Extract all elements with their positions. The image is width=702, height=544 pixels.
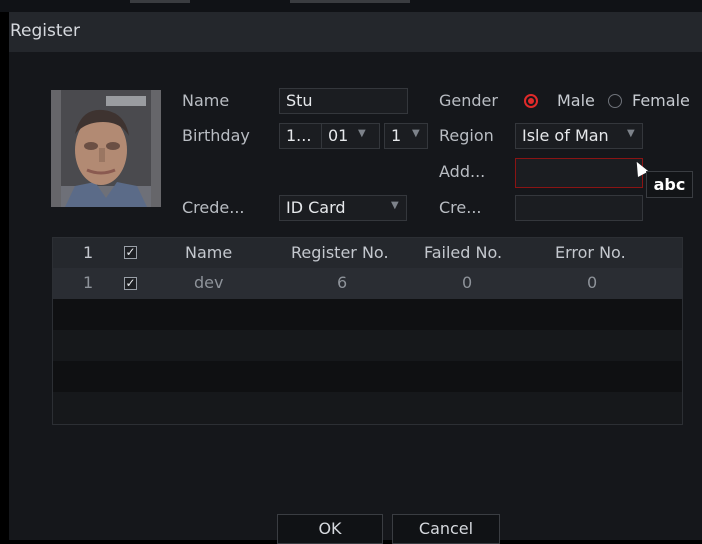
name-field[interactable]: Stu (279, 88, 408, 114)
region-value: Isle of Man (522, 126, 609, 145)
credential-no-label: Cre... (439, 198, 482, 217)
birthday-day-caret-icon: ▼ (412, 128, 420, 139)
gender-male-radio[interactable] (524, 94, 538, 108)
credential-no-field[interactable] (515, 195, 643, 221)
register-dialog: Register Name Stu Gender Male Female Bir… (9, 12, 702, 544)
gender-male-label: Male (557, 91, 595, 110)
empty-table-row (53, 330, 682, 361)
birthday-day-value: 1 (391, 126, 402, 145)
region-select[interactable]: Isle of Man ▼ (515, 123, 643, 149)
row-failed-no: 0 (462, 273, 473, 292)
birthday-year-value: 1... (286, 126, 312, 145)
gender-label: Gender (439, 91, 498, 110)
credential-type-caret-icon: ▼ (391, 200, 399, 211)
name-value: Stu (286, 91, 313, 110)
address-field[interactable] (515, 158, 643, 188)
birthday-day-select[interactable]: 1 ▼ (384, 123, 428, 149)
header-register-no: Register No. (291, 243, 389, 262)
row-register-no: 6 (337, 273, 348, 292)
name-label: Name (182, 91, 230, 110)
row-error-no: 0 (587, 273, 598, 292)
birthday-month-select[interactable]: 01 ▼ (321, 123, 380, 149)
table-row[interactable]: 1 ✓ dev 6 0 0 (53, 268, 682, 299)
credential-type-value: ID Card (286, 198, 346, 217)
address-label: Add... (439, 162, 486, 181)
row-name: dev (194, 273, 224, 292)
empty-table-row (53, 299, 682, 330)
empty-table-row (53, 361, 682, 392)
empty-table-row (53, 392, 682, 424)
row-index: 1 (83, 273, 94, 292)
region-label: Region (439, 126, 494, 145)
gender-female-radio[interactable] (608, 94, 622, 108)
window-top-strip (0, 0, 702, 12)
region-caret-icon: ▼ (627, 128, 635, 139)
dialog-titlebar: Register (9, 12, 702, 52)
credential-type-label: Crede... (182, 198, 245, 217)
dialog-title: Register (10, 21, 80, 41)
birthday-month-value: 01 (328, 126, 349, 145)
header-error-no: Error No. (555, 243, 626, 262)
header-name: Name (185, 243, 233, 262)
keyboard-toggle-button[interactable]: abc (646, 171, 693, 198)
credential-type-select[interactable]: ID Card ▼ (279, 195, 407, 221)
birthday-label: Birthday (182, 126, 250, 145)
row-checkbox[interactable]: ✓ (124, 277, 137, 290)
header-failed-no: Failed No. (424, 243, 503, 262)
registration-table: 1 ✓ Name Register No. Failed No. Error N… (52, 237, 683, 425)
birthday-month-caret-icon: ▼ (358, 128, 366, 139)
face-photo (51, 90, 161, 207)
header-index: 1 (83, 243, 94, 262)
header-checkbox[interactable]: ✓ (124, 246, 137, 259)
table-header: 1 ✓ Name Register No. Failed No. Error N… (53, 238, 682, 268)
gender-female-label: Female (632, 91, 690, 110)
